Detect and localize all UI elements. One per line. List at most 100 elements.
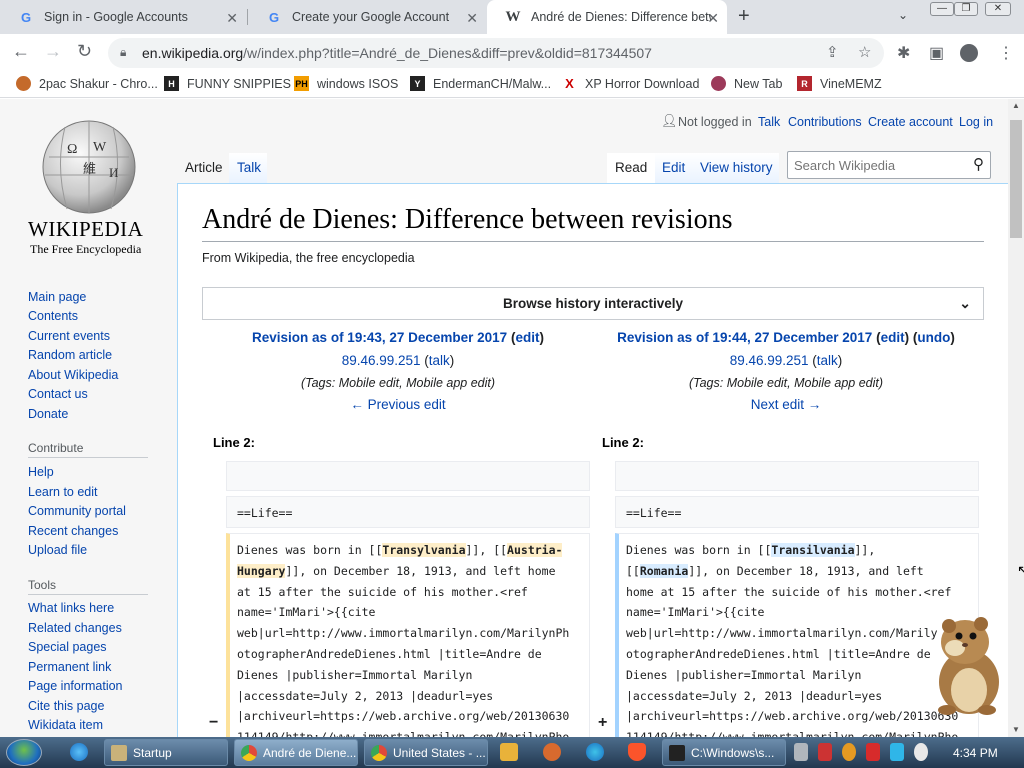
tray-icon-2[interactable] bbox=[818, 743, 832, 761]
sidebar-page-information[interactable]: Page information bbox=[28, 679, 123, 693]
tab-article[interactable]: Article bbox=[185, 160, 223, 175]
lock-icon[interactable]: 🔒︎ bbox=[120, 45, 126, 60]
previous-edit-label[interactable]: ← Previous edit bbox=[350, 397, 445, 412]
sidebar-help[interactable]: Help bbox=[28, 465, 54, 479]
scrollbar-thumb[interactable] bbox=[1010, 120, 1022, 238]
bookmark-new-tab[interactable]: New Tab bbox=[711, 76, 782, 91]
close-tab-icon[interactable]: ✕ bbox=[707, 10, 719, 27]
tab-read[interactable]: Read bbox=[607, 153, 655, 184]
next-edit-link[interactable]: Next edit → bbox=[596, 397, 976, 412]
tray-icon-1[interactable] bbox=[794, 743, 808, 761]
undo-link[interactable]: undo bbox=[917, 330, 950, 345]
bookmark-endermanch[interactable]: Y EndermanCH/Malw... bbox=[410, 76, 551, 91]
tray-icon-3[interactable] bbox=[842, 743, 856, 761]
bookmark-funny-snippies[interactable]: H FUNNY SNIPPIES bbox=[164, 76, 291, 91]
sidebar-permanent-link[interactable]: Permanent link bbox=[28, 660, 111, 674]
new-revision-talk-link[interactable]: talk bbox=[817, 353, 838, 368]
next-edit-label[interactable]: Next edit → bbox=[751, 397, 822, 412]
old-revision-edit-link[interactable]: edit bbox=[515, 330, 539, 345]
back-arrow-icon[interactable]: ← bbox=[12, 41, 30, 62]
previous-edit-link[interactable]: ← Previous edit bbox=[208, 397, 588, 412]
url-text[interactable]: en.wikipedia.org/w/index.php?title=André… bbox=[142, 45, 652, 61]
browser-tab-2[interactable]: W André de Dienes: Difference betw ✕ bbox=[487, 0, 727, 34]
new-tab-icon[interactable]: + bbox=[738, 5, 750, 28]
tab-edit[interactable]: Edit bbox=[655, 153, 693, 183]
personal-talk-link[interactable]: Talk bbox=[758, 115, 780, 129]
sidebar-community-portal[interactable]: Community portal bbox=[28, 504, 126, 518]
start-button-icon[interactable] bbox=[6, 739, 42, 766]
search-box[interactable]: ⚲ bbox=[787, 151, 991, 179]
search-input[interactable] bbox=[788, 152, 958, 178]
close-tab-icon[interactable]: ✕ bbox=[226, 10, 238, 27]
volume-icon[interactable] bbox=[914, 743, 928, 761]
wikipedia-logo[interactable]: Ω W 維 И WIKIPEDIA The Free Encyclopedia bbox=[25, 117, 155, 267]
sidebar-contents[interactable]: Contents bbox=[28, 309, 78, 323]
share-icon[interactable]: ⇪ bbox=[826, 43, 839, 61]
bookmark-windows-isos[interactable]: PH windows ISOS bbox=[294, 76, 398, 91]
bookmark-favicon-icon bbox=[711, 76, 726, 91]
media-player-icon[interactable] bbox=[500, 743, 518, 761]
profile-avatar-icon[interactable] bbox=[960, 44, 978, 62]
sidebar-learn-to-edit[interactable]: Learn to edit bbox=[28, 485, 98, 499]
internet-explorer-icon[interactable] bbox=[70, 743, 88, 761]
bookmark-vinememz[interactable]: R VineMEMZ bbox=[797, 76, 882, 91]
close-tab-icon[interactable]: ✕ bbox=[466, 10, 478, 27]
create-account-link[interactable]: Create account bbox=[868, 115, 953, 129]
new-revision-edit-link[interactable]: edit bbox=[881, 330, 905, 345]
tab-talk[interactable]: Talk bbox=[229, 153, 267, 183]
tab-view-history[interactable]: View history bbox=[693, 153, 779, 183]
log-in-link[interactable]: Log in bbox=[959, 115, 993, 129]
edge-icon[interactable] bbox=[586, 743, 604, 761]
tray-icon-5[interactable] bbox=[890, 743, 904, 761]
scroll-down-icon[interactable]: ▼ bbox=[1012, 725, 1020, 734]
browse-history-toggle[interactable]: Browse history interactively ⌄ bbox=[202, 287, 984, 320]
sidebar-about[interactable]: About Wikipedia bbox=[28, 368, 118, 382]
personal-contributions-link[interactable]: Contributions bbox=[788, 115, 862, 129]
taskbar-item-cmd[interactable]: C:\Windows\s... bbox=[662, 739, 786, 766]
old-revision-user-link[interactable]: 89.46.99.251 bbox=[342, 353, 421, 368]
sidebar-upload-file[interactable]: Upload file bbox=[28, 543, 87, 557]
tab-search-chevron-icon[interactable]: ⌄ bbox=[898, 8, 908, 22]
paint-icon[interactable] bbox=[543, 743, 561, 761]
taskbar-item-chrome-united-states[interactable]: United States - ... bbox=[364, 739, 488, 766]
minimize-icon[interactable]: — bbox=[930, 2, 954, 16]
restore-icon[interactable]: ❐ bbox=[954, 2, 978, 16]
bookmark-label: VineMEMZ bbox=[820, 76, 882, 91]
taskbar-item-startup[interactable]: Startup bbox=[104, 739, 228, 766]
close-window-icon[interactable]: ✕ bbox=[985, 2, 1011, 16]
forward-arrow-icon[interactable]: → bbox=[44, 41, 62, 62]
tray-icon-4[interactable] bbox=[866, 743, 880, 761]
reload-icon[interactable]: ↻ bbox=[77, 41, 92, 62]
sidebar-current-events[interactable]: Current events bbox=[28, 329, 110, 343]
brave-icon[interactable] bbox=[628, 743, 646, 761]
sidebar-related-changes[interactable]: Related changes bbox=[28, 621, 122, 635]
sidebar-what-links-here[interactable]: What links here bbox=[28, 601, 114, 615]
bookmark-2pac[interactable]: 2pac Shakur - Chro... bbox=[16, 76, 158, 91]
new-revision-link[interactable]: Revision as of 19:44, 27 December 2017 bbox=[617, 330, 872, 345]
bookmark-star-icon[interactable]: ☆ bbox=[858, 43, 871, 61]
taskbar-item-chrome-wikipedia[interactable]: André de Diene... bbox=[234, 739, 358, 766]
google-g-icon: G bbox=[268, 9, 280, 25]
sidebar-special-pages[interactable]: Special pages bbox=[28, 640, 107, 654]
sidebar-wikidata-item[interactable]: Wikidata item bbox=[28, 718, 103, 732]
browser-tab-1[interactable]: G Create your Google Account ✕ bbox=[248, 0, 486, 34]
extensions-puzzle-icon[interactable]: ✱ bbox=[897, 43, 910, 63]
sidebar-donate[interactable]: Donate bbox=[28, 407, 68, 421]
menu-kebab-icon[interactable]: ⋮ bbox=[998, 43, 1014, 63]
taskbar-clock[interactable]: 4:34 PM bbox=[953, 746, 998, 760]
sidebar-cite-this-page[interactable]: Cite this page bbox=[28, 699, 104, 713]
side-panel-icon[interactable]: ▣ bbox=[929, 43, 944, 63]
browser-tab-0[interactable]: G Sign in - Google Accounts ✕ bbox=[0, 0, 246, 34]
sidebar-random-article[interactable]: Random article bbox=[28, 348, 112, 362]
sidebar-contact[interactable]: Contact us bbox=[28, 387, 88, 401]
address-bar[interactable]: 🔒︎ en.wikipedia.org/w/index.php?title=An… bbox=[108, 38, 884, 68]
scroll-up-icon[interactable]: ▲ bbox=[1012, 101, 1020, 110]
old-revision-talk-link[interactable]: talk bbox=[429, 353, 450, 368]
sidebar-recent-changes[interactable]: Recent changes bbox=[28, 524, 118, 538]
bookmark-xp-horror[interactable]: X XP Horror Download bbox=[562, 76, 699, 91]
new-revision-user-link[interactable]: 89.46.99.251 bbox=[730, 353, 809, 368]
sidebar-main-page[interactable]: Main page bbox=[28, 290, 86, 304]
search-icon[interactable]: ⚲ bbox=[973, 155, 984, 173]
old-revision-link[interactable]: Revision as of 19:43, 27 December 2017 bbox=[252, 330, 507, 345]
hamster-desktop-pet-icon[interactable] bbox=[925, 612, 1007, 717]
